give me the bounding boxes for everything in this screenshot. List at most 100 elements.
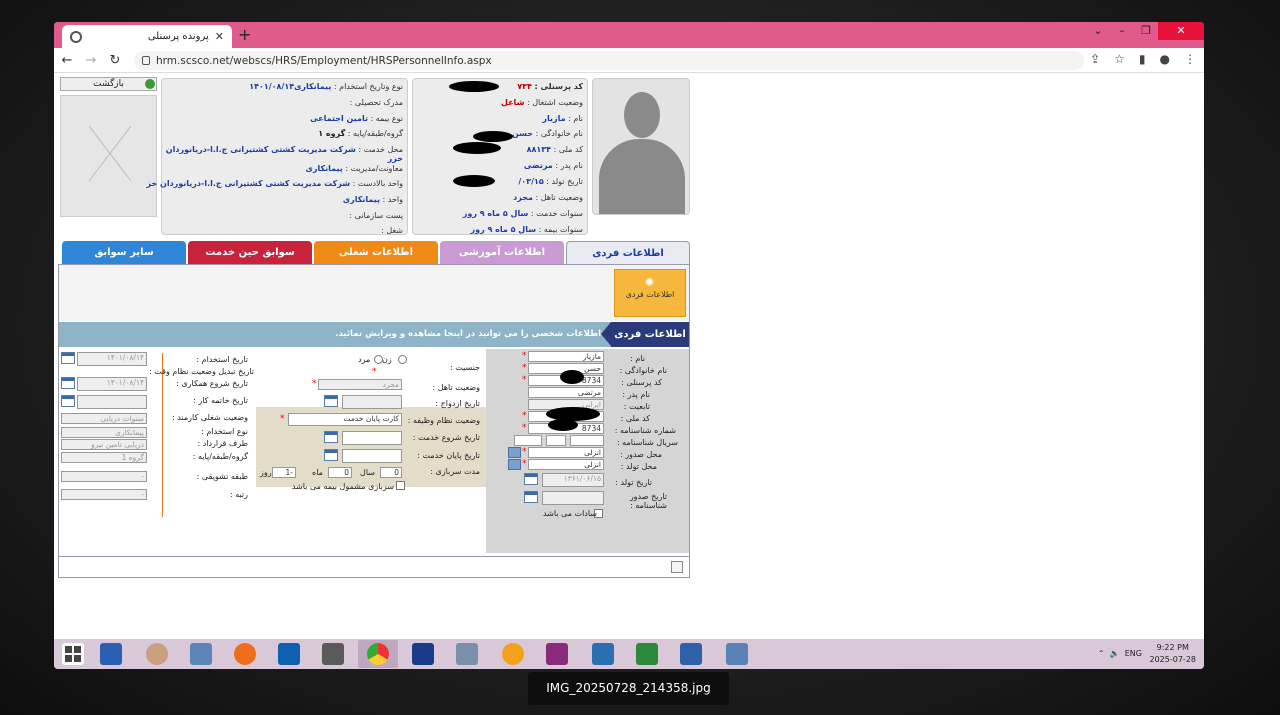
windows-icon[interactable] — [62, 643, 84, 665]
calendar-icon[interactable] — [324, 395, 338, 407]
sun-icon[interactable] — [502, 643, 524, 665]
winrar-icon[interactable] — [546, 643, 568, 665]
word-icon[interactable] — [100, 643, 122, 665]
forward-icon[interactable]: → — [80, 53, 102, 68]
shield-icon[interactable] — [412, 643, 434, 665]
tab-service-history[interactable]: سوابق حین خدمت — [188, 241, 312, 265]
chrome-icon[interactable] — [367, 643, 389, 665]
redaction — [449, 81, 499, 92]
calculator-icon[interactable] — [636, 643, 658, 665]
reload-icon[interactable]: ↻ — [104, 53, 126, 68]
issue-place-field[interactable]: انزلی — [528, 447, 604, 458]
duty-start-field[interactable] — [342, 431, 402, 445]
gender-female-radio[interactable] — [398, 355, 407, 364]
redaction — [453, 175, 495, 187]
panel-footer — [59, 556, 689, 577]
back-button[interactable]: بازگشت — [60, 77, 157, 91]
menu-icon[interactable]: ⋮ — [1184, 52, 1196, 66]
browser-tab[interactable]: پرونده پرسنلی ✕ — [62, 25, 232, 48]
close-tab-icon[interactable]: ✕ — [215, 30, 224, 43]
info-bar-text: اطلاعات شخصی را می توانید در اینجا مشاهد… — [335, 329, 601, 339]
image-caption: IMG_20250728_214358.jpg — [528, 672, 729, 705]
birth-date-field[interactable]: ۱۳۶۱/۰۶/۱۵ — [542, 473, 604, 487]
keyboard-icon[interactable] — [592, 643, 614, 665]
coop-date-field[interactable]: ۱۴۰۱/۰۸/۱۴ — [77, 377, 147, 391]
app-icon[interactable] — [146, 643, 168, 665]
tab-personal[interactable]: اطلاعات فردی — [566, 241, 690, 265]
soldier-insurance-checkbox[interactable] — [396, 481, 405, 490]
tray-clock[interactable]: 9:22 PM 2025-07-28 — [1150, 642, 1197, 666]
marriage-date-field[interactable] — [342, 395, 402, 409]
party-select[interactable]: دریایی تامین نیرو — [61, 439, 147, 450]
calendar-icon[interactable] — [524, 473, 538, 485]
soldier-year-field[interactable]: 0 — [380, 467, 402, 478]
incentive-select[interactable]: - — [61, 471, 147, 482]
calendar-icon[interactable] — [61, 377, 75, 389]
job-status-select[interactable]: سنوات دریایی — [61, 413, 147, 424]
redaction — [453, 142, 501, 154]
birth-place-field[interactable]: انزلی — [528, 459, 604, 470]
print-icon[interactable] — [671, 561, 683, 573]
tab-other-history[interactable]: سایر سوابق — [62, 241, 186, 265]
identity-form: نام : نام خانوادگی : کد پرسنلی : نام پدر… — [486, 349, 689, 553]
star-icon[interactable]: ☆ — [1114, 52, 1125, 66]
minimize-button[interactable]: – — [1110, 22, 1134, 48]
back-arrow-icon — [145, 79, 155, 89]
calendar-icon[interactable] — [61, 352, 75, 364]
issue-date-field[interactable] — [542, 491, 604, 505]
scanner-icon[interactable] — [680, 643, 702, 665]
first-name-field[interactable]: مازیار — [528, 351, 604, 362]
father-name-field[interactable]: مرتضی — [528, 387, 604, 398]
gj-icon[interactable] — [322, 643, 344, 665]
firefox-icon[interactable] — [234, 643, 256, 665]
globe-icon — [70, 30, 82, 43]
tray-lang[interactable]: ⌃ 🔈 ENG — [1098, 649, 1142, 658]
toolbar-actions: ⇪ ☆ ▮ ● ⋮ — [1090, 52, 1196, 66]
tab-education[interactable]: اطلاعات آموزشی — [440, 241, 564, 265]
share-icon[interactable]: ⇪ — [1090, 52, 1100, 66]
calendar-icon[interactable] — [61, 395, 75, 407]
search-icon[interactable] — [508, 447, 521, 458]
gear-icon: ✺ — [645, 276, 655, 289]
address-bar[interactable]: hrm.scsco.net/webscs/HRS/Employment/HRSP… — [134, 51, 1084, 70]
group-select[interactable]: گروه 1 — [61, 452, 147, 463]
gender-male-radio[interactable] — [374, 355, 383, 364]
soldier-month-field[interactable]: 0 — [328, 467, 352, 478]
duty-end-field[interactable] — [342, 449, 402, 463]
signature-placeholder — [60, 95, 157, 217]
calendar-icon[interactable] — [524, 491, 538, 503]
back-icon[interactable]: ← — [56, 53, 78, 68]
employment-summary: نوع وتاریخ استخدام : پیمانکاری۱۴۰۱/۰۸/۱۴… — [146, 78, 408, 235]
calendar-icon[interactable] — [324, 431, 338, 443]
serial-part1[interactable] — [514, 435, 542, 446]
chevron-down-icon[interactable]: ⌄ — [1086, 22, 1110, 48]
outlook-icon[interactable] — [278, 643, 300, 665]
computer-icon[interactable] — [190, 643, 212, 665]
profile-icon[interactable]: ● — [1160, 52, 1170, 66]
soldier-day-field[interactable]: 1- — [272, 467, 296, 478]
serial-part3[interactable] — [570, 435, 604, 446]
scanner2-icon[interactable] — [726, 643, 748, 665]
marital-select[interactable]: مجرد — [318, 379, 402, 390]
personal-summary: کد پرسنلی : ۷۳۴ وضعیت اشتغال : شاغل نام … — [412, 78, 588, 235]
serial-part2[interactable] — [546, 435, 566, 446]
new-tab-button[interactable]: + — [238, 25, 251, 44]
restore-button[interactable]: ❐ — [1134, 22, 1158, 48]
volume-icon: 🔈 — [1109, 649, 1120, 658]
rank-select[interactable]: - — [61, 489, 147, 500]
hire-date-field[interactable]: ۱۴۰۱/۰۸/۱۴ — [77, 352, 147, 366]
hire-type-value: پیمانکاری۱۴۰۱/۰۸/۱۴ — [249, 82, 332, 91]
end-date-field[interactable] — [77, 395, 147, 409]
window-controls: ⌄ – ❐ ✕ — [1086, 22, 1204, 48]
tab-title: پرونده پرسنلی — [147, 31, 209, 42]
calendar-icon[interactable] — [324, 449, 338, 461]
duty-status-select[interactable]: کارت پایان خدمت — [288, 413, 402, 426]
hire-type-select[interactable]: پیمانکاری — [61, 427, 147, 438]
search-icon[interactable] — [508, 459, 521, 470]
page-content: بازگشت نوع وتاریخ استخدام : پیمانکاری۱۴۰… — [54, 73, 1204, 639]
brush-icon[interactable] — [456, 643, 478, 665]
tab-job[interactable]: اطلاعات شغلی — [314, 241, 438, 265]
close-window-button[interactable]: ✕ — [1158, 22, 1204, 40]
personal-info-subbutton[interactable]: ✺ اطلاعات فردی — [614, 269, 686, 317]
sidepanel-icon[interactable]: ▮ — [1139, 52, 1146, 66]
